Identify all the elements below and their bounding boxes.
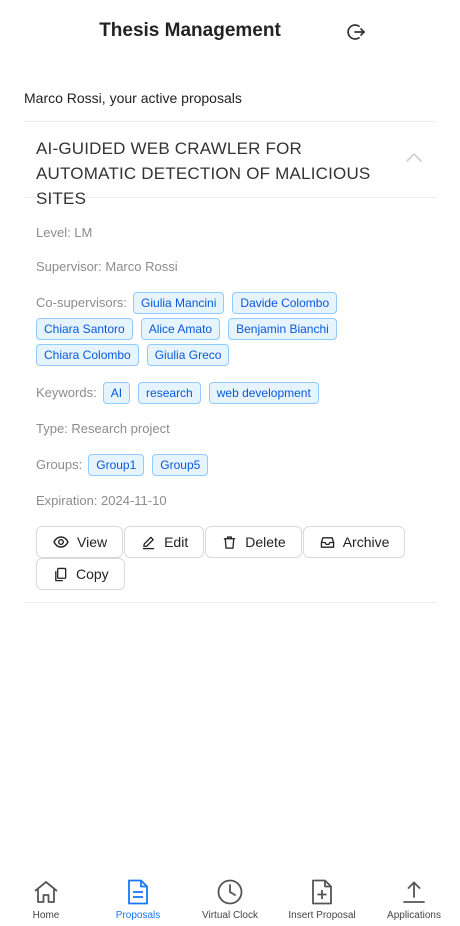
upload-icon <box>403 881 425 903</box>
cosupervisor-tag: Davide Colombo <box>232 292 338 314</box>
groups-row: Groups: Group1 Group5 <box>36 454 424 476</box>
cosupervisor-tag: Benjamin Bianchi <box>228 318 337 340</box>
edit-button-label: Edit <box>164 534 189 550</box>
chevron-up-icon[interactable] <box>404 150 424 164</box>
logout-button[interactable] <box>344 20 368 44</box>
home-icon <box>34 881 58 903</box>
file-add-icon <box>312 879 332 905</box>
proposal-supervisor: Supervisor: Marco Rossi <box>36 259 178 274</box>
clock-icon <box>217 879 243 905</box>
copy-icon <box>55 567 67 581</box>
proposal-type: Type: Research project <box>36 421 170 436</box>
keywords-row: Keywords: AI research web development <box>36 382 424 404</box>
cosupervisors-row: Co-supervisors: Giulia Mancini Davide Co… <box>36 292 424 366</box>
proposal-details: Level: LM Supervisor: Marco Rossi Co-sup… <box>24 198 436 602</box>
cosupervisor-tag: Giulia Greco <box>146 344 230 366</box>
logout-icon <box>347 24 366 40</box>
nav-proposals-label: Proposals <box>115 910 161 921</box>
delete-button[interactable]: Delete <box>205 526 302 558</box>
document-icon <box>128 879 148 905</box>
copy-button-label: Copy <box>76 566 109 582</box>
edit-icon <box>142 536 155 549</box>
groups-label: Groups: <box>36 457 83 472</box>
keywords-label: Keywords: <box>36 385 97 400</box>
proposals-subtitle: Marco Rossi, your active proposals <box>24 90 242 106</box>
nav-proposals[interactable]: Proposals <box>92 870 184 921</box>
nav-applications[interactable]: Applications <box>368 870 460 921</box>
archive-button[interactable]: Archive <box>302 526 406 558</box>
cosupervisor-tag: Giulia Mancini <box>133 292 225 314</box>
proposal-header[interactable]: AI-GUIDED WEB CRAWLER FOR AUTOMATIC DETE… <box>24 122 436 208</box>
proposal-level: Level: LM <box>36 225 93 240</box>
cosupervisor-tag: Chiara Santoro <box>36 318 133 340</box>
keyword-tag: AI <box>102 382 131 404</box>
nav-applications-label: Applications <box>387 910 441 921</box>
nav-virtual-clock[interactable]: Virtual Clock <box>184 870 276 921</box>
nav-home-label: Home <box>32 910 60 921</box>
group-tag: Group5 <box>152 454 209 476</box>
nav-insert-proposal-label: Insert Proposal <box>288 910 356 921</box>
delete-button-label: Delete <box>245 534 286 550</box>
group-tag: Group1 <box>88 454 145 476</box>
nav-insert-proposal[interactable]: Insert Proposal <box>276 870 368 921</box>
keyword-tag: web development <box>208 382 319 404</box>
proposal-title: AI-GUIDED WEB CRAWLER FOR AUTOMATIC DETE… <box>36 139 371 208</box>
edit-button[interactable]: Edit <box>124 526 205 558</box>
cosupervisors-label: Co-supervisors: <box>36 295 128 310</box>
archive-button-label: Archive <box>342 534 390 550</box>
proposal-expiration: Expiration: 2024-11-10 <box>36 493 167 508</box>
view-button-label: View <box>77 534 108 550</box>
proposal-actions: View Edit Delete Archive Copy <box>36 526 424 590</box>
app-title: Thesis Management <box>99 20 281 41</box>
inbox-icon <box>320 536 334 548</box>
keyword-tag: research <box>138 382 201 404</box>
view-button[interactable]: View <box>36 526 124 558</box>
proposal-card: AI-GUIDED WEB CRAWLER FOR AUTOMATIC DETE… <box>24 121 436 603</box>
nav-home[interactable]: Home <box>0 870 92 921</box>
cosupervisor-tag: Chiara Colombo <box>36 344 139 366</box>
trash-icon <box>224 535 236 549</box>
nav-virtual-clock-label: Virtual Clock <box>202 910 258 921</box>
eye-icon <box>53 536 69 548</box>
app-header: Thesis Management <box>0 0 460 62</box>
bottom-navigation: Home Proposals Virtual Clock Insert Prop… <box>0 870 460 926</box>
cosupervisor-tag: Alice Amato <box>140 318 221 340</box>
copy-button[interactable]: Copy <box>36 558 125 590</box>
